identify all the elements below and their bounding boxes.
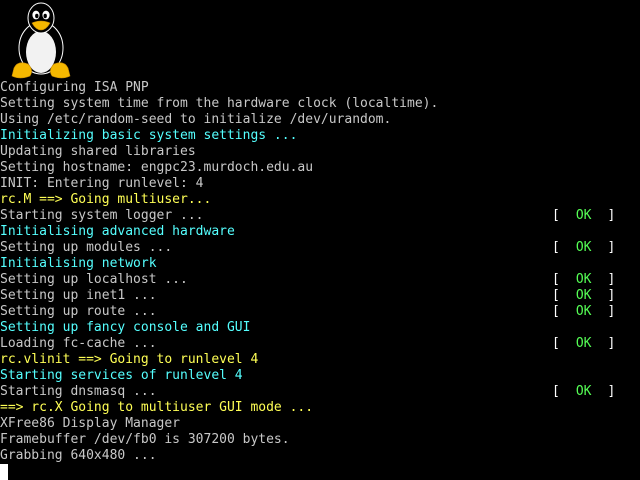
status-bracket-open: [ <box>552 304 560 319</box>
log-message: Starting dnsmasq ... <box>0 384 157 399</box>
log-message: Initialising network <box>0 256 157 271</box>
status-ok-badge: [ OK] <box>552 208 615 224</box>
log-message: ==> rc.X Going to multiuser GUI mode ... <box>0 400 314 415</box>
status-bracket-close: ] <box>607 240 616 255</box>
log-line: Setting hostname: engpc23.murdoch.edu.au <box>0 160 640 176</box>
log-line: Starting services of runlevel 4 <box>0 368 640 384</box>
status-bracket-open: [ <box>552 384 560 399</box>
log-message: rc.M ==> Going multiuser... <box>0 192 212 207</box>
log-message: Setting hostname: engpc23.murdoch.edu.au <box>0 160 314 175</box>
log-message: Setting up inet1 ... <box>0 288 157 303</box>
status-bracket-open: [ <box>552 336 560 351</box>
log-line: Setting up route ... [ OK] <box>0 304 640 320</box>
log-message: Starting services of runlevel 4 <box>0 368 243 383</box>
log-message: Setting system time from the hardware cl… <box>0 96 439 111</box>
status-bracket-close: ] <box>607 272 616 287</box>
log-message: Setting up fancy console and GUI <box>0 320 251 335</box>
text-cursor <box>0 464 8 480</box>
log-line: Configuring ISA PNP <box>0 80 640 96</box>
log-line: Loading fc-cache ... [ OK] <box>0 336 640 352</box>
log-message: Updating shared libraries <box>0 144 196 159</box>
log-message: rc.vlinit ==> Going to runlevel 4 <box>0 352 259 367</box>
status-label: OK <box>575 384 592 399</box>
log-message: Grabbing 640x480 ... <box>0 448 157 463</box>
log-message: Setting up modules ... <box>0 240 173 255</box>
status-ok-badge: [ OK] <box>552 304 615 320</box>
log-message: INIT: Entering runlevel: 4 <box>0 176 204 191</box>
log-line: Updating shared libraries <box>0 144 640 160</box>
log-line: Setting up fancy console and GUI <box>0 320 640 336</box>
log-line: Setting up modules ... [ OK] <box>0 240 640 256</box>
log-line: Grabbing 640x480 ... <box>0 448 640 464</box>
log-line: Starting system logger ... [ OK] <box>0 208 640 224</box>
status-label: OK <box>575 336 592 351</box>
boot-log: Configuring ISA PNP Setting system time f… <box>0 80 640 464</box>
status-ok-badge: [ OK] <box>552 384 615 400</box>
status-bracket-close: ] <box>607 288 616 303</box>
status-label: OK <box>575 240 592 255</box>
log-message: Framebuffer /dev/fb0 is 307200 bytes. <box>0 432 290 447</box>
status-bracket-close: ] <box>607 304 616 319</box>
log-line: Setting system time from the hardware cl… <box>0 96 640 112</box>
log-message: Setting up localhost ... <box>0 272 188 287</box>
status-bracket-close: ] <box>607 208 616 223</box>
tux-penguin-icon <box>11 2 71 79</box>
log-line: Using /etc/random-seed to initialize /de… <box>0 112 640 128</box>
status-label: OK <box>575 288 592 303</box>
log-message: Loading fc-cache ... <box>0 336 157 351</box>
log-line: Initializing basic system settings ... <box>0 128 640 144</box>
log-line: INIT: Entering runlevel: 4 <box>0 176 640 192</box>
status-label: OK <box>575 272 592 287</box>
log-message: Configuring ISA PNP <box>0 80 149 95</box>
status-bracket-open: [ <box>552 288 560 303</box>
log-line: Framebuffer /dev/fb0 is 307200 bytes. <box>0 432 640 448</box>
status-bracket-open: [ <box>552 208 560 223</box>
log-message: Setting up route ... <box>0 304 157 319</box>
log-line: XFree86 Display Manager <box>0 416 640 432</box>
log-message: Using /etc/random-seed to initialize /de… <box>0 112 392 127</box>
log-message: XFree86 Display Manager <box>0 416 181 431</box>
status-bracket-close: ] <box>607 336 616 351</box>
status-ok-badge: [ OK] <box>552 336 615 352</box>
status-ok-badge: [ OK] <box>552 288 615 304</box>
status-bracket-open: [ <box>552 240 560 255</box>
status-label: OK <box>575 304 592 319</box>
log-line: Initialising network <box>0 256 640 272</box>
log-line: rc.M ==> Going multiuser... <box>0 192 640 208</box>
log-line: Setting up localhost ... [ OK] <box>0 272 640 288</box>
log-line: ==> rc.X Going to multiuser GUI mode ... <box>0 400 640 416</box>
log-line: Setting up inet1 ... [ OK] <box>0 288 640 304</box>
status-ok-badge: [ OK] <box>552 240 615 256</box>
log-message: Initialising advanced hardware <box>0 224 235 239</box>
status-ok-badge: [ OK] <box>552 272 615 288</box>
log-line: Starting dnsmasq ... [ OK] <box>0 384 640 400</box>
log-line: Initialising advanced hardware <box>0 224 640 240</box>
status-bracket-open: [ <box>552 272 560 287</box>
log-line: rc.vlinit ==> Going to runlevel 4 <box>0 352 640 368</box>
status-label: OK <box>575 208 592 223</box>
boot-console-screen: Configuring ISA PNP Setting system time f… <box>0 0 640 480</box>
status-bracket-close: ] <box>607 384 616 399</box>
log-message: Initializing basic system settings ... <box>0 128 298 143</box>
log-message: Starting system logger ... <box>0 208 204 223</box>
